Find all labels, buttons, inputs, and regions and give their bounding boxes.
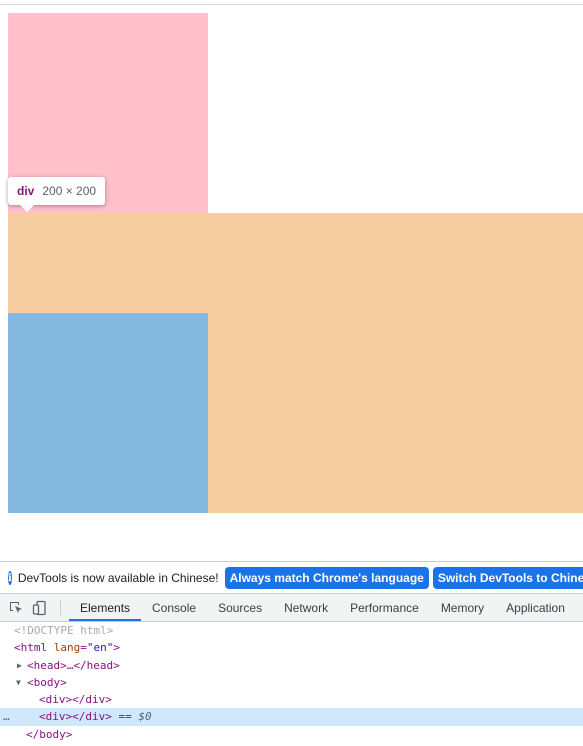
devtools-tab-bar: Elements Console Sources Network Perform… xyxy=(0,593,583,622)
div-tag-1: <div></div> xyxy=(39,693,112,707)
inspect-element-icon[interactable] xyxy=(4,594,28,621)
device-toolbar-icon[interactable] xyxy=(28,594,52,621)
more-options-icon[interactable]: … xyxy=(3,708,10,725)
tooltip-tag-name: div xyxy=(17,184,35,198)
tree-row-body-close[interactable]: </body> xyxy=(0,726,583,743)
expanded-arrow-icon[interactable]: ▼ xyxy=(16,674,21,691)
div-tag-2: <div></div> xyxy=(39,710,112,724)
collapsed-arrow-icon[interactable]: ▶ xyxy=(17,657,22,674)
tree-row-html[interactable]: <html lang="en"> xyxy=(0,639,583,656)
switch-to-chinese-button[interactable]: Switch DevTools to Chinese xyxy=(432,567,583,589)
tab-network[interactable]: Network xyxy=(273,594,339,621)
doctype-text: <!DOCTYPE html> xyxy=(14,624,114,637)
lang-attribute-name: lang xyxy=(53,641,81,655)
blue-box[interactable] xyxy=(8,313,208,513)
tooltip-dimensions: 200 × 200 xyxy=(42,184,97,198)
info-icon: i xyxy=(8,571,12,585)
tab-sources[interactable]: Sources xyxy=(207,594,273,621)
tree-row-div-2-selected[interactable]: … <div></div> == $0 xyxy=(0,708,583,726)
tab-memory[interactable]: Memory xyxy=(430,594,495,621)
lang-equals: = xyxy=(80,641,87,655)
language-infobar: i DevTools is now available in Chinese! … xyxy=(0,561,583,594)
tab-console[interactable]: Console xyxy=(141,594,207,621)
tree-row-head[interactable]: ▶ <head>…</head> xyxy=(0,657,583,674)
tree-row-doctype[interactable]: <!DOCTYPE html> xyxy=(0,622,583,639)
tab-performance[interactable]: Performance xyxy=(339,594,430,621)
body-open-tag: <body> xyxy=(27,675,67,689)
selected-equals: == xyxy=(118,710,132,724)
tab-elements[interactable]: Elements xyxy=(69,594,142,621)
always-match-language-button[interactable]: Always match Chrome's language xyxy=(224,567,429,589)
tab-application[interactable]: Application xyxy=(495,594,576,621)
lang-attribute-value: "en" xyxy=(86,641,114,655)
toolbar-separator xyxy=(60,600,61,615)
head-tag: <head>…</head> xyxy=(27,658,120,672)
body-close-tag: </body> xyxy=(26,727,73,741)
console-ref-dollar0: $0 xyxy=(138,710,152,724)
elements-tree: <!DOCTYPE html> <html lang="en"> ▶ <head… xyxy=(0,622,583,746)
infobar-message: DevTools is now available in Chinese! xyxy=(17,571,219,585)
html-open-tag: <html xyxy=(14,641,48,655)
html-open-tag-end: > xyxy=(113,641,120,655)
tree-row-body[interactable]: ▼ <body> xyxy=(0,674,583,691)
tree-row-div-1[interactable]: <div></div> xyxy=(0,691,583,708)
top-divider xyxy=(0,4,583,5)
element-inspect-tooltip: div 200 × 200 xyxy=(8,177,106,212)
